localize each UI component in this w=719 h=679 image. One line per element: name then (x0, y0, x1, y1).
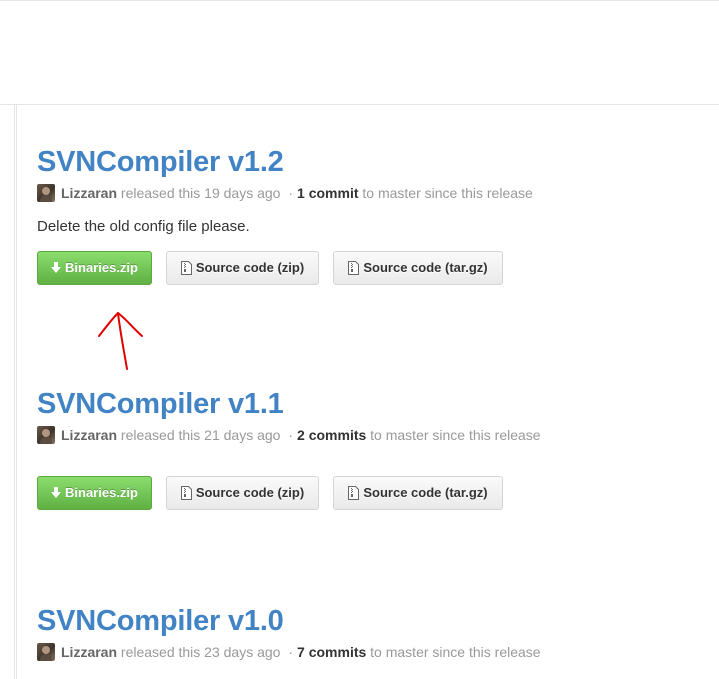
file-zip-icon (348, 485, 360, 500)
top-header-area (0, 0, 719, 105)
annotation-arrow-icon (98, 312, 143, 370)
download-label: Binaries.zip (65, 485, 138, 500)
release-meta: Lizzaran released this 19 days ago · 1 co… (37, 183, 707, 203)
meta-separator: · (288, 185, 294, 201)
release-entry: SVNCompiler v1.1 Lizzaran released this … (37, 387, 707, 510)
avatar[interactable] (37, 643, 55, 661)
released-time-text: released this 21 days ago (120, 427, 281, 443)
commit-count: 7 commits (297, 644, 367, 660)
source-tar-button[interactable]: Source code (tar.gz) (333, 476, 503, 510)
release-meta: Lizzaran released this 21 days ago · 2 co… (37, 425, 707, 445)
avatar[interactable] (37, 184, 55, 202)
release-meta: Lizzaran released this 23 days ago · 7 co… (37, 642, 707, 662)
commits-suffix-text: to master since this release (370, 427, 541, 443)
release-title-link[interactable]: SVNCompiler v1.1 (37, 387, 707, 421)
commits-since-link[interactable]: 1 commit (297, 185, 358, 201)
binaries-download-button[interactable]: Binaries.zip (37, 251, 152, 285)
source-tar-button[interactable]: Source code (tar.gz) (333, 251, 503, 285)
download-label: Source code (zip) (195, 260, 305, 275)
commits-suffix-text: to master since this release (370, 644, 541, 660)
release-downloads: Binaries.zip Source code (zip) Source co… (37, 476, 707, 510)
release-title-link[interactable]: SVNCompiler v1.2 (37, 145, 707, 179)
commit-count: 2 commits (297, 427, 367, 443)
arrow-down-icon (51, 262, 62, 274)
avatar[interactable] (37, 426, 55, 444)
release-notes: Delete the old config file please. (37, 218, 250, 235)
author-link[interactable]: Lizzaran (61, 185, 117, 201)
commit-count: 1 commit (297, 185, 359, 201)
release-title-link[interactable]: SVNCompiler v1.0 (37, 604, 707, 638)
meta-separator: · (288, 427, 294, 443)
file-zip-icon (180, 485, 192, 500)
release-meta-text: Lizzaran released this 21 days ago · 2 co… (61, 425, 541, 445)
author-link[interactable]: Lizzaran (61, 427, 117, 443)
download-label: Source code (tar.gz) (363, 260, 488, 275)
commits-since-link[interactable]: 7 commits (297, 644, 366, 660)
binaries-download-button[interactable]: Binaries.zip (37, 476, 152, 510)
release-meta-text: Lizzaran released this 19 days ago · 1 co… (61, 183, 533, 203)
commits-since-link[interactable]: 2 commits (297, 427, 366, 443)
download-label: Binaries.zip (65, 260, 138, 275)
download-label: Source code (zip) (195, 485, 305, 500)
release-timeline-line (14, 105, 17, 679)
release-entry: SVNCompiler v1.0 Lizzaran released this … (37, 604, 707, 662)
release-entry: SVNCompiler v1.2 Lizzaran released this … (37, 145, 707, 285)
commits-suffix-text: to master since this release (362, 185, 533, 201)
meta-separator: · (288, 644, 294, 660)
file-zip-icon (180, 260, 192, 275)
download-label: Source code (tar.gz) (363, 485, 488, 500)
source-zip-button[interactable]: Source code (zip) (166, 476, 319, 510)
release-downloads: Binaries.zip Source code (zip) Source co… (37, 251, 707, 285)
arrow-down-icon (51, 487, 62, 499)
file-zip-icon (348, 260, 360, 275)
released-time-text: released this 23 days ago (120, 644, 281, 660)
released-time-text: released this 19 days ago (120, 185, 281, 201)
release-meta-text: Lizzaran released this 23 days ago · 7 co… (61, 642, 541, 662)
source-zip-button[interactable]: Source code (zip) (166, 251, 319, 285)
author-link[interactable]: Lizzaran (61, 644, 117, 660)
